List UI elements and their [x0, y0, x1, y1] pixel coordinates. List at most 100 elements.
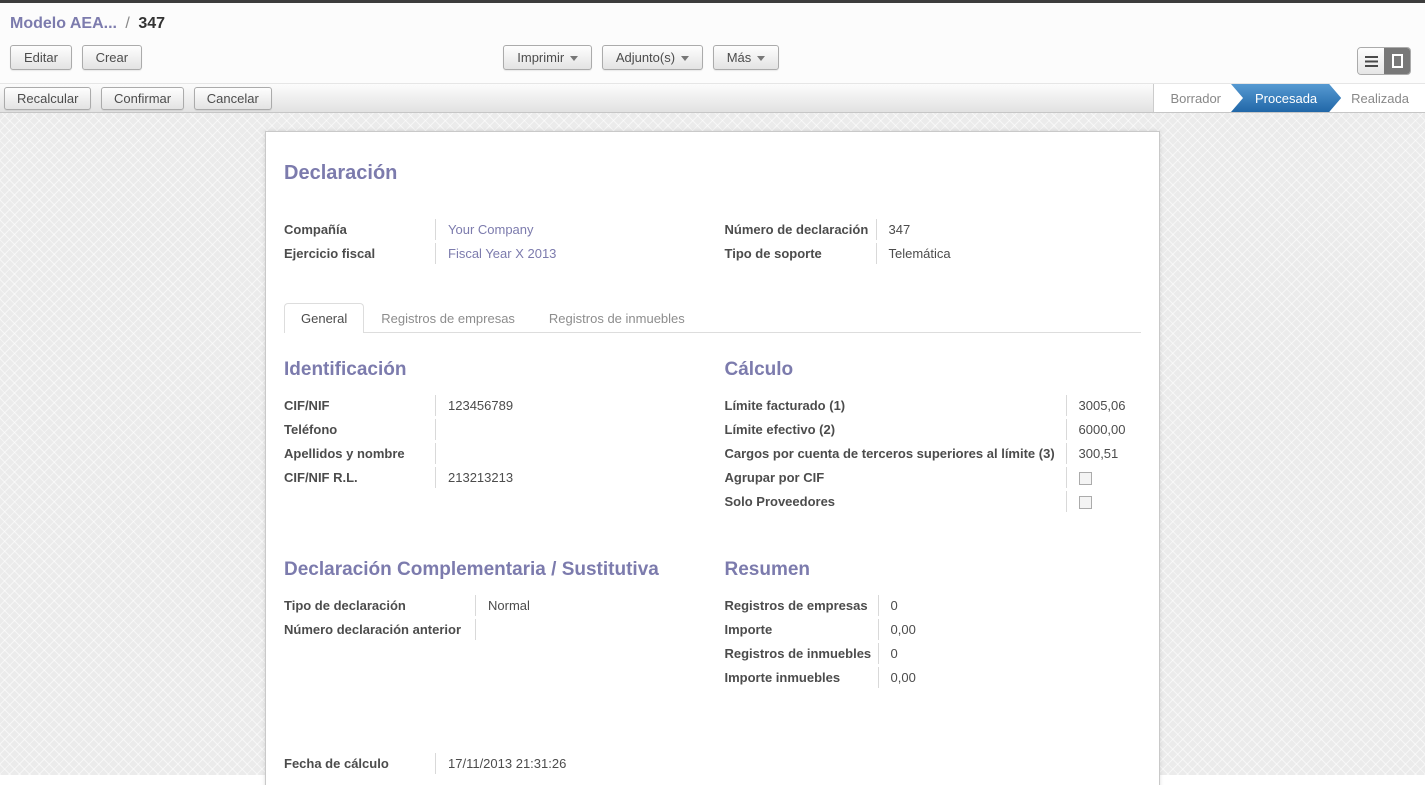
- attachments-label: Adjunto(s): [616, 50, 675, 65]
- field-row: Importe 0,00: [725, 619, 1142, 643]
- field-label-importe: Importe: [725, 619, 879, 640]
- field-label-ejercicio-fiscal: Ejercicio fiscal: [284, 243, 436, 264]
- chevron-down-icon: [681, 56, 689, 61]
- content-background: Declaración Compañía Your Company Ejerci…: [0, 113, 1425, 775]
- notebook-tabs: General Registros de empresas Registros …: [284, 303, 1141, 333]
- tab-registros-empresas[interactable]: Registros de empresas: [364, 303, 532, 333]
- field-row: CIF/NIF R.L. 213213213: [284, 467, 701, 491]
- field-row: Tipo de soporte Telemática: [725, 243, 1142, 267]
- status-procesada[interactable]: Procesada: [1231, 84, 1341, 112]
- create-button[interactable]: Crear: [82, 45, 143, 70]
- calculo-group: Cálculo Límite facturado (1) 3005,06 Lím…: [725, 359, 1142, 515]
- page-header: Modelo AEA... / 347 Editar Crear Imprimi…: [0, 3, 1425, 83]
- field-row: Solo Proveedores: [725, 491, 1142, 515]
- field-label-solo-proveedores: Solo Proveedores: [725, 491, 1067, 512]
- field-value-cif-nif: 123456789: [436, 395, 513, 416]
- status-realizada[interactable]: Realizada: [1335, 84, 1425, 112]
- cancel-button[interactable]: Cancelar: [194, 87, 272, 110]
- breadcrumb-link-model[interactable]: Modelo AEA...: [10, 15, 117, 32]
- print-label: Imprimir: [517, 50, 564, 65]
- field-value-limite-facturado: 3005,06: [1067, 395, 1126, 416]
- sheet-title: Declaración: [284, 162, 1141, 185]
- field-row: Tipo de declaración Normal: [284, 595, 701, 619]
- field-row: Registros de empresas 0: [725, 595, 1142, 619]
- field-label-compania: Compañía: [284, 219, 436, 240]
- more-dropdown-button[interactable]: Más: [713, 45, 780, 70]
- view-switcher: [1357, 47, 1411, 75]
- field-value-numero-declaracion-anterior: [476, 619, 488, 625]
- footer-field-group: Fecha de cálculo 17/11/2013 21:31:26: [284, 753, 1141, 777]
- header-fields-right: Número de declaración 347 Tipo de soport…: [725, 219, 1142, 267]
- field-label-cif-nif: CIF/NIF: [284, 395, 436, 416]
- field-row: Registros de inmuebles 0: [725, 643, 1142, 667]
- field-label-numero-declaracion-anterior: Número declaración anterior: [284, 619, 476, 640]
- field-row: Límite efectivo (2) 6000,00: [725, 419, 1142, 443]
- identificacion-title: Identificación: [284, 359, 701, 381]
- action-toolbar: Recalcular Confirmar Cancelar Borrador P…: [0, 83, 1425, 113]
- complementaria-group: Declaración Complementaria / Sustitutiva…: [284, 559, 701, 691]
- breadcrumb: Modelo AEA... / 347: [10, 15, 1415, 33]
- confirm-button[interactable]: Confirmar: [101, 87, 184, 110]
- field-label-agrupar-por-cif: Agrupar por CIF: [725, 467, 1067, 488]
- field-value-registros-inmuebles: 0: [879, 643, 898, 664]
- chevron-down-icon: [757, 56, 765, 61]
- field-row: Límite facturado (1) 3005,06: [725, 395, 1142, 419]
- edit-button[interactable]: Editar: [10, 45, 72, 70]
- field-row: Número declaración anterior: [284, 619, 701, 643]
- field-label-cargos-terceros: Cargos por cuenta de terceros superiores…: [725, 443, 1067, 464]
- field-value-telefono: [436, 419, 448, 425]
- field-row: Número de declaración 347: [725, 219, 1142, 243]
- field-row: CIF/NIF 123456789: [284, 395, 701, 419]
- field-value-tipo-declaracion: Normal: [476, 595, 530, 616]
- field-label-registros-empresas: Registros de empresas: [725, 595, 879, 616]
- field-label-registros-inmuebles: Registros de inmuebles: [725, 643, 879, 664]
- calculo-title: Cálculo: [725, 359, 1142, 381]
- field-value-ejercicio-fiscal[interactable]: Fiscal Year X 2013: [436, 243, 556, 264]
- field-row: Compañía Your Company: [284, 219, 701, 243]
- field-value-importe: 0,00: [879, 619, 916, 640]
- field-label-apellidos-nombre: Apellidos y nombre: [284, 443, 436, 464]
- form-view-button[interactable]: [1384, 48, 1410, 74]
- status-borrador[interactable]: Borrador: [1154, 84, 1237, 112]
- print-dropdown-button[interactable]: Imprimir: [503, 45, 592, 70]
- tab-registros-inmuebles[interactable]: Registros de inmuebles: [532, 303, 702, 333]
- field-label-tipo-soporte: Tipo de soporte: [725, 243, 877, 264]
- field-value-compania[interactable]: Your Company: [436, 219, 534, 240]
- breadcrumb-current: 347: [138, 15, 165, 32]
- form-icon: [1392, 54, 1403, 68]
- more-label: Más: [727, 50, 752, 65]
- field-row: Fecha de cálculo 17/11/2013 21:31:26: [284, 753, 1141, 777]
- list-icon: [1365, 56, 1378, 67]
- list-view-button[interactable]: [1358, 48, 1384, 74]
- field-label-limite-facturado: Límite facturado (1): [725, 395, 1067, 416]
- field-value-limite-efectivo: 6000,00: [1067, 419, 1126, 440]
- chevron-down-icon: [570, 56, 578, 61]
- tab-general[interactable]: General: [284, 303, 364, 333]
- identificacion-group: Identificación CIF/NIF 123456789 Teléfon…: [284, 359, 701, 515]
- field-value-tipo-soporte: Telemática: [877, 243, 951, 264]
- resumen-title: Resumen: [725, 559, 1142, 581]
- solo-proveedores-checkbox[interactable]: [1079, 496, 1092, 509]
- recalculate-button[interactable]: Recalcular: [4, 87, 91, 110]
- field-label-numero-declaracion: Número de declaración: [725, 219, 877, 240]
- field-label-importe-inmuebles: Importe inmuebles: [725, 667, 879, 688]
- field-row: Cargos por cuenta de terceros superiores…: [725, 443, 1142, 467]
- field-value-cargos-terceros: 300,51: [1067, 443, 1119, 464]
- field-label-telefono: Teléfono: [284, 419, 436, 440]
- attachments-dropdown-button[interactable]: Adjunto(s): [602, 45, 703, 70]
- field-label-tipo-declaracion: Tipo de declaración: [284, 595, 476, 616]
- field-row: Teléfono: [284, 419, 701, 443]
- field-label-cif-nif-rl: CIF/NIF R.L.: [284, 467, 436, 488]
- field-value-apellidos-nombre: [436, 443, 448, 449]
- statusbar: Borrador Procesada Realizada: [1153, 84, 1425, 112]
- complementaria-title: Declaración Complementaria / Sustitutiva: [284, 559, 701, 581]
- field-value-numero-declaracion: 347: [877, 219, 911, 240]
- form-sheet: Declaración Compañía Your Company Ejerci…: [265, 131, 1160, 785]
- field-value-fecha-calculo: 17/11/2013 21:31:26: [436, 753, 566, 774]
- resumen-group: Resumen Registros de empresas 0 Importe …: [725, 559, 1142, 691]
- field-label-limite-efectivo: Límite efectivo (2): [725, 419, 1067, 440]
- field-value-importe-inmuebles: 0,00: [879, 667, 916, 688]
- field-row: Apellidos y nombre: [284, 443, 701, 467]
- agrupar-por-cif-checkbox[interactable]: [1079, 472, 1092, 485]
- field-row: Agrupar por CIF: [725, 467, 1142, 491]
